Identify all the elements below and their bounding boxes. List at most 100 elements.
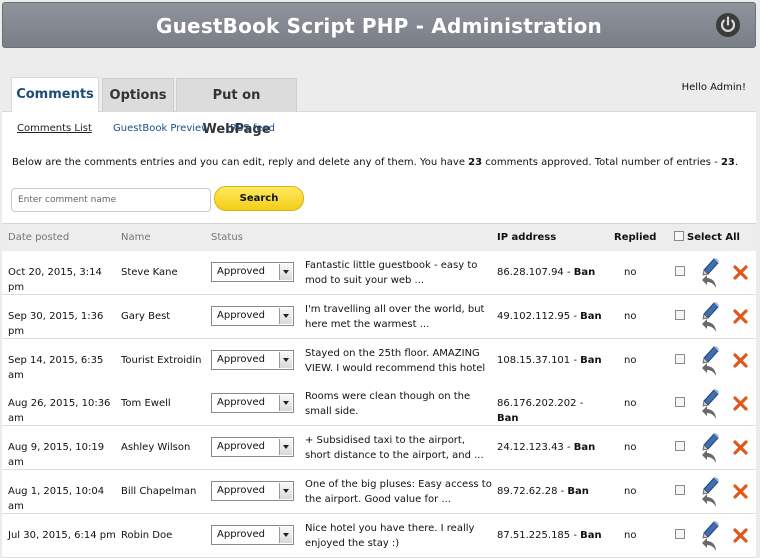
ban-link[interactable]: Ban: [580, 355, 602, 366]
ip-address: 49.102.112.95: [497, 310, 571, 322]
status-select[interactable]: Approved: [211, 481, 294, 501]
row-name: Gary Best: [121, 310, 171, 322]
row-replied: no: [624, 310, 637, 322]
tab-options[interactable]: Options: [102, 78, 174, 112]
tab-comments[interactable]: Comments: [11, 77, 99, 112]
status-select[interactable]: Approved: [211, 437, 294, 458]
row-replied: no: [624, 267, 637, 278]
row-comment[interactable]: Rooms were clean though on the small sid…: [305, 389, 493, 419]
status-select[interactable]: Approved: [211, 305, 294, 326]
chevron-down-icon[interactable]: [279, 264, 292, 280]
chevron-down-icon[interactable]: [279, 483, 292, 499]
edit-reply-icon[interactable]: [700, 387, 720, 421]
row-date: Aug 1, 2015, 10:04 am: [8, 486, 105, 512]
row-name: Tourist Extroidin: [121, 354, 202, 366]
col-replied: Replied: [614, 232, 657, 243]
ip-address: 86.28.107.94: [497, 267, 564, 278]
table-row: Jul 30, 2015, 6:14 pm Robin Doe Approved Ni…: [2, 513, 756, 558]
tab-put-on-webpage[interactable]: Put on WebPage: [176, 78, 297, 137]
row-comment[interactable]: One of the big pluses: Easy access to th…: [305, 477, 493, 507]
row-ip: 89.72.62.28 - Ban: [497, 486, 589, 497]
row-date: Aug 9, 2015, 10:19 am: [8, 442, 105, 469]
status-select[interactable]: Approved: [211, 262, 294, 282]
row-ip: 49.102.112.95 - Ban: [497, 310, 602, 322]
row-ip: 86.176.202.202 - Ban: [497, 398, 584, 425]
row-checkbox[interactable]: [675, 397, 685, 408]
col-date[interactable]: Date posted: [8, 232, 69, 243]
row-name: Bill Chapelman: [121, 486, 197, 497]
status-value: Approved: [217, 397, 265, 409]
table-row: Sep 14, 2015, 6:35 am Tourist Extroidin Ap…: [2, 338, 756, 389]
row-checkbox[interactable]: [675, 528, 685, 539]
table-row: Aug 9, 2015, 10:19 am Ashley Wilson Approv…: [2, 426, 756, 471]
select-all-checkbox[interactable]: [674, 231, 684, 241]
status-value: Approved: [217, 441, 265, 453]
chevron-down-icon[interactable]: [279, 395, 292, 412]
edit-reply-icon[interactable]: [700, 256, 720, 290]
row-comment[interactable]: + Subsidised taxi to the airport, short …: [305, 433, 493, 463]
ban-link[interactable]: Ban: [580, 311, 602, 322]
ban-link[interactable]: Ban: [574, 442, 596, 453]
row-ip: 24.12.123.43 - Ban: [497, 442, 596, 454]
row-ip: 108.15.37.101 - Ban: [497, 354, 602, 366]
delete-icon[interactable]: [732, 527, 749, 544]
status-select[interactable]: Approved: [211, 349, 294, 370]
col-status[interactable]: Status: [211, 232, 243, 243]
row-replied: no: [624, 529, 637, 541]
row-date: Oct 20, 2015, 3:14 pm: [8, 267, 102, 293]
col-name[interactable]: Name: [121, 232, 151, 243]
search-button[interactable]: Search: [214, 186, 304, 211]
row-date: Sep 30, 2015, 1:36 pm: [8, 310, 104, 337]
search-input[interactable]: [11, 188, 211, 212]
ban-link[interactable]: Ban: [580, 530, 602, 541]
row-comment[interactable]: Nice hotel you have there. I really enjo…: [305, 521, 493, 551]
delete-icon[interactable]: [732, 264, 749, 281]
status-select[interactable]: Approved: [211, 393, 294, 414]
row-checkbox[interactable]: [675, 353, 685, 364]
ip-address: 108.15.37.101: [497, 354, 571, 366]
app-title: GuestBook Script PHP - Administration: [156, 14, 602, 38]
table-row: Sep 30, 2015, 1:36 pm Gary Best Approved I'…: [2, 294, 756, 339]
table-row: Oct 20, 2015, 3:14 pm Steve Kane Approved F…: [2, 251, 756, 295]
chevron-down-icon[interactable]: [279, 439, 292, 456]
row-checkbox[interactable]: [675, 266, 685, 276]
delete-icon[interactable]: [732, 352, 749, 369]
col-ip: IP address: [497, 232, 557, 243]
row-ip: 86.28.107.94 - Ban: [497, 267, 596, 278]
chevron-down-icon[interactable]: [279, 351, 292, 368]
edit-reply-icon[interactable]: [700, 475, 720, 509]
row-checkbox[interactable]: [675, 309, 685, 320]
ban-link[interactable]: Ban: [574, 267, 596, 278]
row-date: Aug 26, 2015, 10:36 am: [8, 398, 111, 425]
edit-reply-icon[interactable]: [700, 344, 720, 378]
row-checkbox[interactable]: [675, 485, 685, 495]
status-value: Approved: [217, 353, 265, 365]
delete-icon[interactable]: [732, 395, 749, 412]
subnav-guestbook-preview[interactable]: GuestBook Preview: [113, 123, 209, 134]
status-value: Approved: [217, 266, 265, 277]
status-value: Approved: [217, 309, 265, 321]
chevron-down-icon[interactable]: [279, 526, 292, 543]
subnav-comments-list[interactable]: Comments List: [17, 123, 92, 134]
delete-icon[interactable]: [732, 483, 749, 500]
row-name: Steve Kane: [121, 267, 178, 278]
delete-icon[interactable]: [732, 439, 749, 456]
edit-reply-icon[interactable]: [700, 300, 720, 334]
row-comment[interactable]: I'm travelling all over the world, but h…: [305, 302, 493, 332]
table-row: Aug 26, 2015, 10:36 am Tom Ewell Approved R…: [2, 382, 756, 427]
power-icon[interactable]: [715, 12, 741, 38]
row-checkbox[interactable]: [675, 441, 685, 452]
edit-reply-icon[interactable]: [700, 431, 720, 465]
row-replied: no: [624, 354, 637, 366]
subnav-rss-feed[interactable]: RSS feed: [230, 123, 275, 134]
row-name: Tom Ewell: [121, 398, 171, 410]
edit-reply-icon[interactable]: [700, 519, 720, 553]
select-all-label[interactable]: Select All: [687, 232, 740, 243]
ban-link[interactable]: Ban: [497, 413, 519, 424]
ip-address: 87.51.225.185: [497, 529, 571, 541]
delete-icon[interactable]: [732, 308, 749, 325]
row-comment[interactable]: Fantastic little guestbook - easy to mod…: [305, 258, 493, 288]
chevron-down-icon[interactable]: [279, 307, 292, 324]
status-select[interactable]: Approved: [211, 524, 294, 545]
ban-link[interactable]: Ban: [567, 486, 589, 497]
